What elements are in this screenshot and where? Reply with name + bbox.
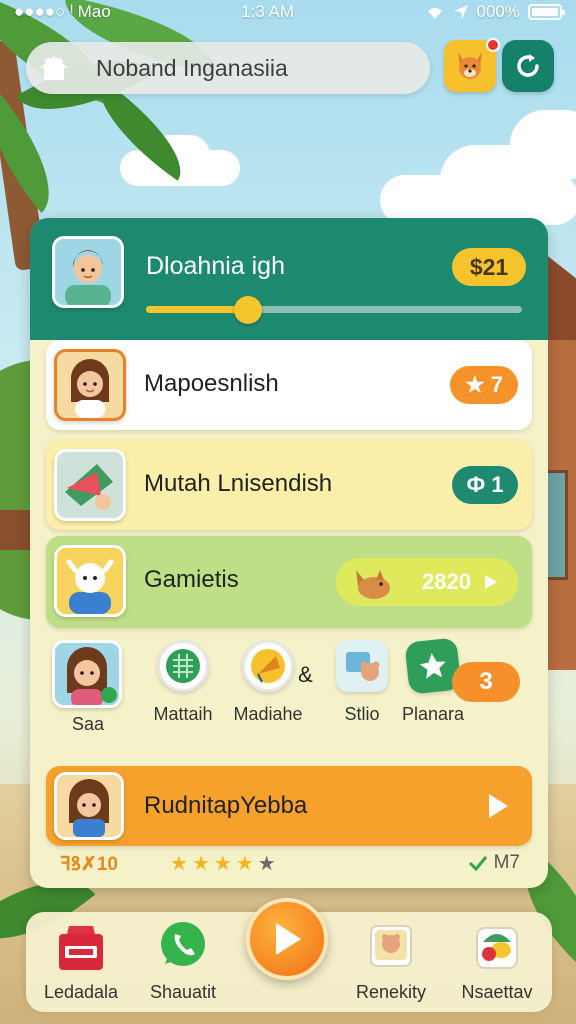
wifi-icon — [427, 8, 442, 19]
notification-dot — [486, 38, 500, 52]
star-filled-icon: ★ — [235, 852, 254, 875]
check-text: M7 — [493, 852, 520, 873]
category-strip: Saa Mattaih Madiahe & Stlio Planara 3 — [46, 637, 532, 750]
battery-percentage: 000% — [476, 2, 520, 21]
strip-label: Planara — [401, 704, 465, 724]
fox-icon — [356, 570, 390, 599]
list-item[interactable]: Mapoesnlish ★ 7 — [46, 340, 532, 430]
list-item[interactable]: Gamietis 2820 — [46, 536, 532, 628]
strip-item-teddy[interactable]: Stlio — [324, 640, 400, 725]
featured-item[interactable]: RudnitapYebba — [46, 766, 532, 846]
star-badge: ★ 7 — [450, 366, 518, 404]
status-bar: ●●●●○ ᴵ Mao 1:3 AM 000% — [0, 0, 576, 24]
nav-label: Nsaettav — [461, 982, 533, 1002]
refresh-button[interactable] — [502, 40, 554, 92]
list-item-label: Gamietis — [144, 566, 239, 593]
score-text: ꟻꝸ✗10 — [60, 854, 118, 875]
star-filled-icon: ★ — [191, 852, 210, 875]
list-item-label: Mapoesnlish — [144, 370, 279, 397]
count-badge: Ф 1 — [452, 466, 518, 504]
nav-label: Renekity — [355, 982, 427, 1002]
strip-label: Mattaih — [153, 704, 213, 724]
strip-item-map[interactable]: Mattaih — [148, 640, 218, 725]
main-play-button[interactable] — [246, 898, 328, 980]
progress-slider-knob[interactable] — [233, 296, 262, 324]
kite-icon — [242, 640, 294, 692]
panel-header: Dloahnia igh $21 — [30, 218, 548, 340]
play-icon — [276, 923, 301, 955]
play-arrow-icon — [489, 794, 508, 818]
photo-icon — [363, 918, 419, 974]
bottom-nav: Ledadala Shauatit Renekity Nsaettav — [26, 898, 552, 1012]
cash-register-icon — [53, 918, 109, 974]
strip-label: Saa — [71, 714, 105, 734]
battery-icon — [527, 4, 565, 20]
boy-avatar — [52, 236, 124, 308]
goat-thumbnail — [54, 545, 126, 617]
map-icon — [157, 640, 209, 692]
fox-avatar-icon — [458, 52, 482, 79]
fruit-basket-icon — [469, 918, 525, 974]
featured-label: RudnitapYebba — [144, 792, 308, 819]
list-item[interactable]: Mutah Lnisendish Ф 1 — [46, 440, 532, 530]
check-icon — [468, 856, 487, 872]
play-arrow-icon — [484, 575, 497, 589]
home-icon[interactable] — [34, 48, 74, 88]
phone-icon — [155, 918, 211, 974]
girl-reader-avatar — [54, 772, 124, 840]
girl-avatar-icon — [52, 640, 122, 708]
status-time: 1:3 AM — [241, 2, 295, 21]
strip-label: Madiahe — [233, 704, 303, 724]
teddy-icon — [336, 640, 388, 692]
main-panel: Dloahnia igh $21 Mapoesnlish ★ 7 Mutah L… — [30, 218, 548, 888]
strip-label: Stlio — [344, 704, 380, 724]
play-button[interactable] — [474, 782, 522, 830]
carrier-signal: ●●●●○ ᴵ Mao — [14, 2, 111, 21]
page-title: Noband Inganasiia — [96, 54, 288, 81]
star-rating: ★ ★ ★ ★ ★ — [170, 851, 276, 876]
coin-balance-badge[interactable]: $21 — [452, 248, 526, 286]
star-filled-icon: ★ — [170, 852, 188, 875]
status-indicators: 000% — [425, 2, 565, 22]
nav-label: Shauatit — [149, 982, 217, 1002]
list-item-label: Mutah Lnisendish — [144, 470, 333, 497]
refresh-icon — [517, 54, 539, 77]
nav-label: Ledadala — [43, 982, 119, 1002]
panel-footer: ꟻꝸ✗10 ★ ★ ★ ★ ★ M7 — [60, 850, 520, 876]
check-status: M7 — [468, 852, 520, 874]
nav-item-renekity[interactable]: Renekity — [346, 918, 436, 1003]
nav-item-nsaettav[interactable]: Nsaettav — [452, 918, 542, 1003]
nav-item-shauatit[interactable]: Shauatit — [138, 918, 228, 1003]
ampersand-label: & — [298, 662, 313, 687]
girl-avatar — [54, 349, 126, 421]
progress-slider[interactable] — [146, 296, 522, 324]
nav-item-ledadala[interactable]: Ledadala — [36, 918, 126, 1003]
star-filled-icon: ★ — [213, 852, 232, 875]
strip-item-saa[interactable]: Saa — [52, 640, 124, 735]
header-title: Dloahnia igh — [146, 252, 285, 280]
star-empty-icon: ★ — [257, 852, 276, 875]
score-pill[interactable]: 2820 — [336, 558, 518, 606]
kite-thumbnail — [54, 449, 126, 521]
location-arrow-icon — [453, 5, 468, 19]
strip-count-badge[interactable]: 3 — [452, 662, 520, 702]
score-value: 2820 — [422, 569, 471, 594]
progress-slider-fill — [146, 306, 248, 313]
top-title-bar[interactable]: Noband Inganasiia — [26, 42, 430, 94]
profile-button[interactable] — [444, 38, 500, 92]
